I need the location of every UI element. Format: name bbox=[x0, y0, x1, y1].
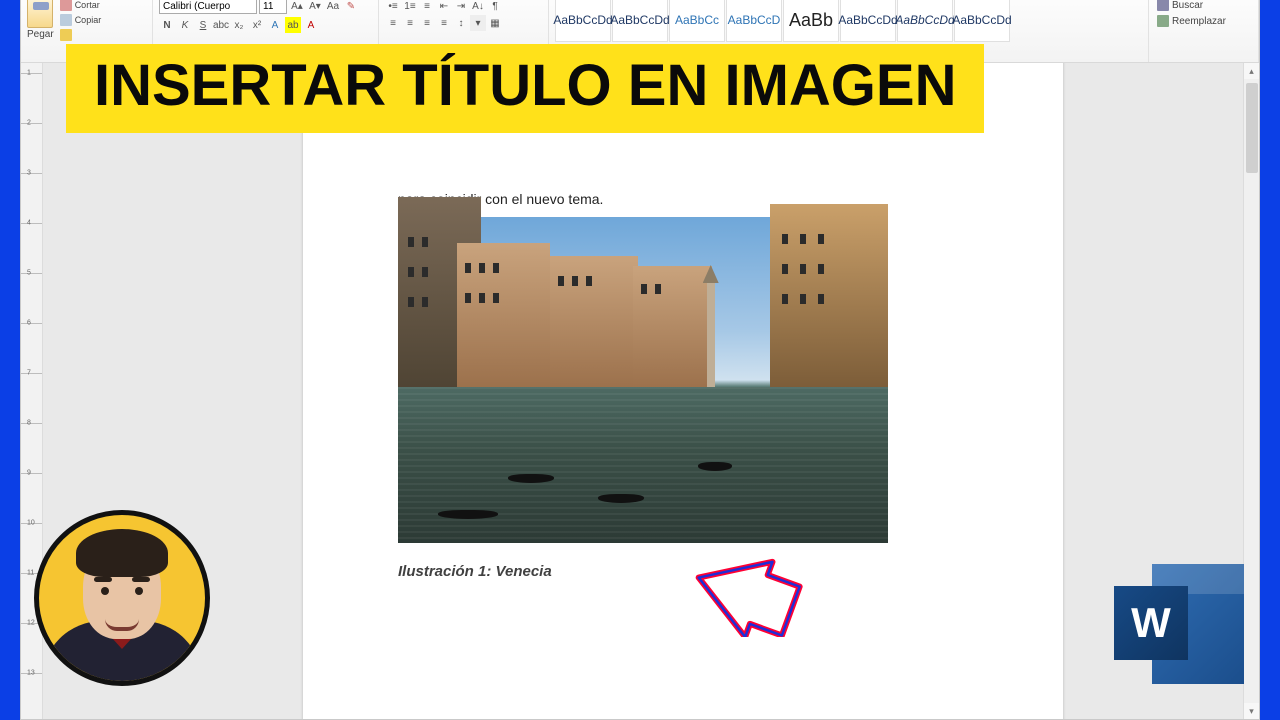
bold-button[interactable]: N bbox=[159, 17, 175, 33]
clear-format-button[interactable]: ✎ bbox=[343, 0, 359, 14]
replace-label: Reemplazar bbox=[1172, 16, 1226, 27]
cut-label: Cortar bbox=[75, 0, 100, 10]
copy-button[interactable]: Copiar bbox=[58, 13, 104, 27]
document-page: para coincidir con el nuevo tema. bbox=[303, 63, 1063, 719]
borders-button[interactable]: ▦ bbox=[487, 15, 503, 31]
indent-inc-button[interactable]: ⇥ bbox=[453, 0, 469, 14]
copy-icon bbox=[60, 14, 72, 26]
highlight-button[interactable]: ab bbox=[285, 17, 301, 33]
superscript-button[interactable]: x² bbox=[249, 17, 265, 33]
style-strong[interactable]: AaBbCcDd bbox=[954, 0, 1010, 42]
style-normal[interactable]: AaBbCcDd bbox=[555, 0, 611, 42]
indent-dec-button[interactable]: ⇤ bbox=[436, 0, 452, 14]
image-bell-tower bbox=[707, 283, 715, 393]
find-button[interactable]: Buscar bbox=[1155, 0, 1228, 12]
multilevel-button[interactable]: ≡ bbox=[419, 0, 435, 14]
scroll-down-button[interactable]: ▾ bbox=[1244, 703, 1259, 719]
show-marks-button[interactable]: ¶ bbox=[487, 0, 503, 14]
find-label: Buscar bbox=[1172, 0, 1203, 11]
paste-icon bbox=[27, 0, 53, 28]
shading-button[interactable]: ▾ bbox=[470, 15, 486, 31]
grow-font-button[interactable]: A▴ bbox=[289, 0, 305, 14]
paste-button[interactable]: Pegar bbox=[27, 0, 54, 40]
font-family-combo[interactable] bbox=[159, 0, 257, 14]
word-logo-badge: W bbox=[1114, 586, 1188, 660]
scroll-up-button[interactable]: ▴ bbox=[1244, 63, 1259, 79]
format-painter-button[interactable] bbox=[58, 28, 104, 42]
replace-icon bbox=[1157, 15, 1169, 27]
style-subtitle[interactable]: AaBbCcDd bbox=[840, 0, 896, 42]
image-caption[interactable]: Ilustración 1: Venecia bbox=[398, 563, 552, 580]
image-building bbox=[633, 266, 711, 393]
ms-word-logo: W bbox=[1114, 564, 1244, 684]
binoculars-icon bbox=[1157, 0, 1169, 11]
avatar-eyebrow bbox=[132, 577, 150, 582]
image-canal-water bbox=[398, 387, 888, 543]
bullets-button[interactable]: •≡ bbox=[385, 0, 401, 14]
subscript-button[interactable]: x₂ bbox=[231, 17, 247, 33]
shrink-font-button[interactable]: A▾ bbox=[307, 0, 323, 14]
copy-label: Copiar bbox=[75, 15, 102, 25]
justify-button[interactable]: ≡ bbox=[436, 15, 452, 31]
style-h1[interactable]: AaBbCc bbox=[669, 0, 725, 42]
numbering-button[interactable]: 1≡ bbox=[402, 0, 418, 14]
align-center-button[interactable]: ≡ bbox=[402, 15, 418, 31]
image-building bbox=[550, 256, 638, 393]
change-case-button[interactable]: Aa bbox=[325, 0, 341, 14]
inserted-image[interactable] bbox=[398, 217, 888, 543]
paste-label: Pegar bbox=[27, 29, 54, 40]
avatar-eyebrow bbox=[94, 577, 112, 582]
image-building bbox=[457, 243, 550, 393]
styles-gallery[interactable]: AaBbCcDd AaBbCcDd AaBbCc AaBbCcD AaBb Aa… bbox=[555, 0, 1010, 42]
vertical-scrollbar[interactable]: ▴ ▾ bbox=[1243, 63, 1259, 719]
sort-button[interactable]: A↓ bbox=[470, 0, 486, 14]
presenter-avatar bbox=[34, 510, 210, 686]
italic-button[interactable]: K bbox=[177, 17, 193, 33]
font-size-combo[interactable] bbox=[259, 0, 287, 14]
pointer-arrow-overlay bbox=[693, 547, 813, 637]
line-spacing-button[interactable]: ↕ bbox=[453, 15, 469, 31]
text-effects-button[interactable]: A bbox=[267, 17, 283, 33]
avatar-eye bbox=[101, 587, 109, 595]
scroll-thumb[interactable] bbox=[1246, 83, 1258, 173]
image-building bbox=[770, 204, 888, 393]
image-gondola bbox=[598, 494, 644, 503]
style-title[interactable]: AaBb bbox=[783, 0, 839, 42]
image-gondola bbox=[698, 462, 732, 471]
style-nospacing[interactable]: AaBbCcDd bbox=[612, 0, 668, 42]
word-logo-letter: W bbox=[1131, 599, 1171, 647]
avatar-hair bbox=[76, 529, 168, 577]
style-h2[interactable]: AaBbCcD bbox=[726, 0, 782, 42]
align-left-button[interactable]: ≡ bbox=[385, 15, 401, 31]
strike-button[interactable]: abc bbox=[213, 17, 229, 33]
thumbnail-frame: Pegar Cortar Copiar Portapa A▴ bbox=[0, 0, 1280, 720]
image-gondola bbox=[438, 510, 498, 519]
brush-icon bbox=[60, 29, 72, 41]
ribbon-group-editing: Buscar Reemplazar bbox=[1149, 0, 1259, 62]
avatar-eye bbox=[135, 587, 143, 595]
document-viewport[interactable]: para coincidir con el nuevo tema. bbox=[43, 63, 1243, 719]
image-gondola bbox=[508, 474, 554, 483]
replace-button[interactable]: Reemplazar bbox=[1155, 14, 1228, 28]
underline-button[interactable]: S bbox=[195, 17, 211, 33]
cut-button[interactable]: Cortar bbox=[58, 0, 104, 12]
font-color-button[interactable]: A bbox=[303, 17, 319, 33]
align-right-button[interactable]: ≡ bbox=[419, 15, 435, 31]
video-title-overlay: INSERTAR TÍTULO EN IMAGEN bbox=[66, 44, 984, 133]
style-emphasis[interactable]: AaBbCcDd bbox=[897, 0, 953, 42]
scissors-icon bbox=[60, 0, 72, 11]
